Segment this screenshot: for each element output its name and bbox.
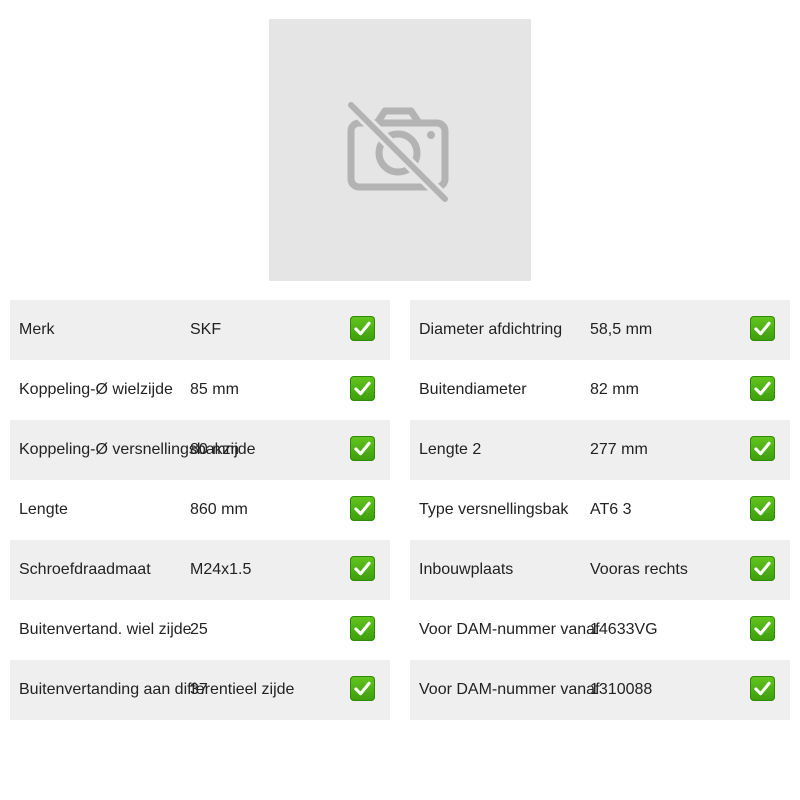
spec-label: Diameter afdichtring bbox=[419, 321, 563, 338]
spec-value: 25 bbox=[190, 621, 208, 638]
spec-row: Merk SKF bbox=[10, 300, 390, 360]
spec-label: Merk bbox=[19, 321, 55, 338]
check-mark-icon bbox=[750, 616, 775, 641]
spec-row: Lengte 2 277 mm bbox=[410, 420, 790, 480]
spec-label: Koppeling-Ø wielzijde bbox=[19, 381, 173, 398]
spec-table-right: Diameter afdichtring 58,5 mm Buitendiame… bbox=[410, 300, 790, 720]
spec-value: 14633VG bbox=[590, 621, 658, 638]
spec-row: Lengte 860 mm bbox=[10, 480, 390, 540]
spec-value: M24x1.5 bbox=[190, 561, 252, 578]
spec-label: Lengte bbox=[19, 501, 68, 518]
check-mark-icon bbox=[350, 376, 375, 401]
check-mark-icon bbox=[350, 616, 375, 641]
spec-row: Voor DAM-nummer vanaf 14633VG bbox=[410, 600, 790, 660]
spec-row: Koppeling-Ø wielzijde 85 mm bbox=[10, 360, 390, 420]
check-mark-icon bbox=[750, 376, 775, 401]
spec-label: Buitenvertanding aan differentieel zijde bbox=[19, 681, 295, 698]
spec-row: Schroefdraadmaat M24x1.5 bbox=[10, 540, 390, 600]
spec-label: Buitenvertand. wiel zijde bbox=[19, 621, 192, 638]
check-mark-icon bbox=[750, 496, 775, 521]
spec-label: Inbouwplaats bbox=[419, 561, 514, 578]
spec-label: Lengte 2 bbox=[419, 441, 482, 458]
check-mark-icon bbox=[350, 496, 375, 521]
check-mark-icon bbox=[350, 436, 375, 461]
check-mark-icon bbox=[350, 316, 375, 341]
check-mark-icon bbox=[750, 316, 775, 341]
spec-value: SKF bbox=[190, 321, 222, 338]
check-mark-icon bbox=[750, 436, 775, 461]
spec-label: Voor DAM-nummer vanaf bbox=[419, 681, 600, 698]
spec-value: 860 mm bbox=[190, 501, 248, 518]
spec-row: Diameter afdichtring 58,5 mm bbox=[410, 300, 790, 360]
spec-value: 80 mm bbox=[190, 441, 239, 458]
spec-value: 82 mm bbox=[590, 381, 639, 398]
check-mark-icon bbox=[350, 676, 375, 701]
spec-value: AT6 3 bbox=[590, 501, 632, 518]
spec-value: 37 bbox=[190, 681, 208, 698]
spec-value: 58,5 mm bbox=[590, 321, 653, 338]
spec-table-left: Merk SKF Koppeling-Ø wielzijde 85 mm Kop… bbox=[10, 300, 390, 720]
check-mark-icon bbox=[750, 676, 775, 701]
check-mark-icon bbox=[350, 556, 375, 581]
spec-row: Type versnellingsbak AT6 3 bbox=[410, 480, 790, 540]
spec-label: Voor DAM-nummer vanaf bbox=[419, 621, 600, 638]
spec-value: 1310088 bbox=[590, 681, 653, 698]
check-mark-icon bbox=[750, 556, 775, 581]
no-photo-icon bbox=[346, 100, 450, 204]
spec-row: Buitendiameter 82 mm bbox=[410, 360, 790, 420]
spec-row: Buitenvertanding aan differentieel zijde… bbox=[10, 660, 390, 720]
spec-row: Voor DAM-nummer vanaf 1310088 bbox=[410, 660, 790, 720]
spec-row: Koppeling-Ø versnellingsbakzijde 80 mm bbox=[10, 420, 390, 480]
spec-label: Buitendiameter bbox=[419, 381, 527, 398]
spec-value: Vooras rechts bbox=[590, 561, 688, 578]
spec-row: Buitenvertand. wiel zijde 25 bbox=[10, 600, 390, 660]
spec-label: Schroefdraadmaat bbox=[19, 561, 151, 578]
spec-value: 85 mm bbox=[190, 381, 239, 398]
spec-row: Inbouwplaats Vooras rechts bbox=[410, 540, 790, 600]
product-image-placeholder bbox=[269, 19, 531, 281]
spec-value: 277 mm bbox=[590, 441, 648, 458]
spec-label: Type versnellingsbak bbox=[419, 501, 569, 518]
